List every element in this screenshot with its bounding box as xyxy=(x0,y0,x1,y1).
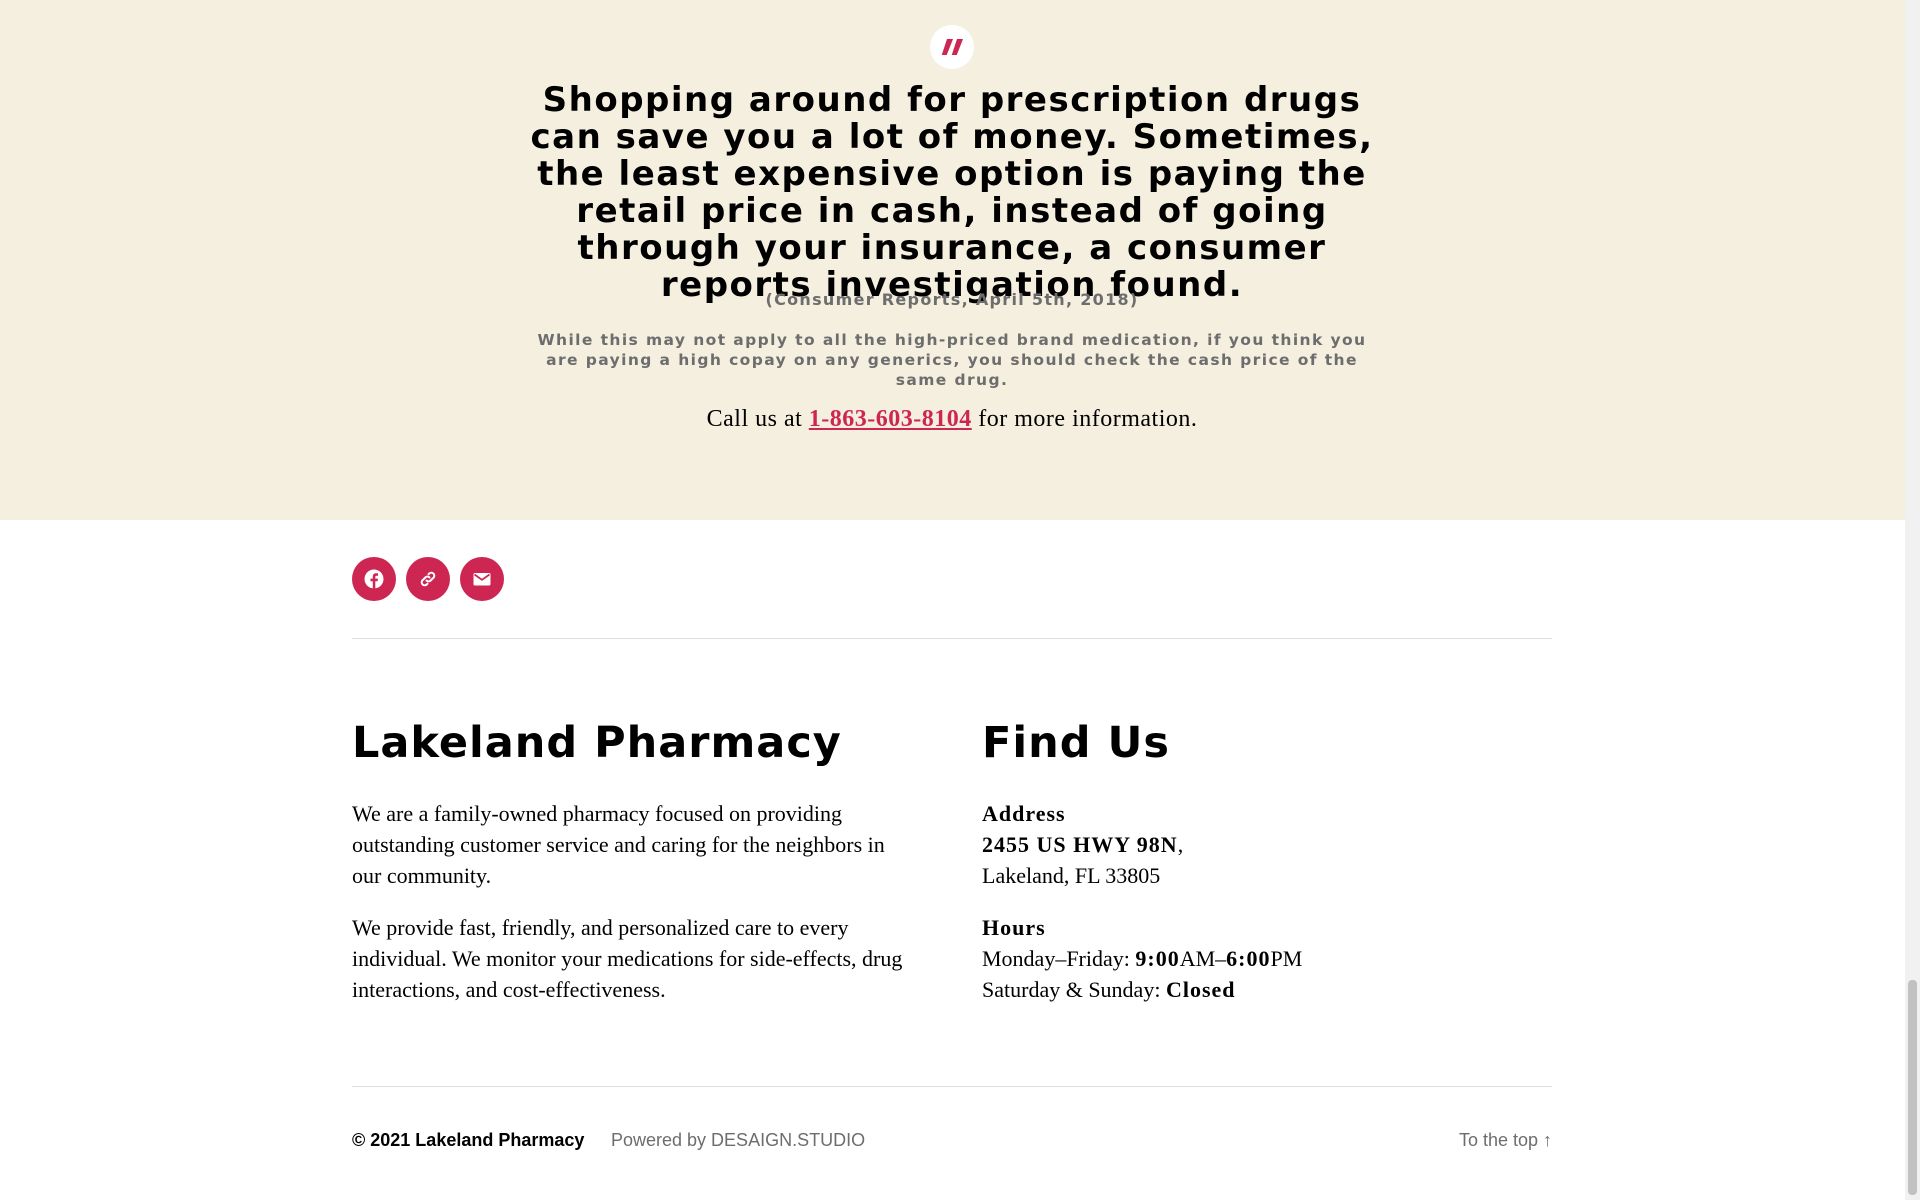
weekend-label: Saturday & Sunday: xyxy=(982,977,1161,1002)
find-us-title: Find Us xyxy=(982,718,1170,768)
scrollbar-thumb[interactable] xyxy=(1908,980,1917,1195)
address-line-2: Lakeland, FL 33805 xyxy=(982,863,1161,888)
address-label: Address xyxy=(982,801,1066,826)
scrollbar[interactable] xyxy=(1905,0,1920,1200)
social-links xyxy=(352,557,504,601)
about-widget: Lakeland Pharmacy We are a family-owned … xyxy=(352,718,917,1002)
divider xyxy=(352,638,1552,639)
call-line: Call us at 1-863-603-8104 for more infor… xyxy=(530,406,1374,433)
weekend-value: Closed xyxy=(1165,977,1236,1002)
close-ampm: PM xyxy=(1270,946,1303,971)
mail-icon xyxy=(473,573,491,586)
link-icon xyxy=(420,571,436,587)
hours-label: Hours xyxy=(982,915,1046,940)
call-suffix: for more information. xyxy=(978,406,1198,432)
address-comma: , xyxy=(1177,832,1184,857)
address-block: Address 2455 US HWY 98N, Lakeland, FL 33… xyxy=(982,798,1183,891)
copyright-link[interactable]: © 2021 Lakeland Pharmacy xyxy=(352,1130,584,1151)
quote-section: Shopping around for prescription drugs c… xyxy=(0,0,1905,520)
find-us-widget: Find Us Address 2455 US HWY 98N, Lakelan… xyxy=(982,718,1547,1002)
about-paragraph-2: We provide fast, friendly, and personali… xyxy=(352,915,903,1002)
powered-by-link[interactable]: Powered by DESAIGN.STUDIO xyxy=(611,1130,865,1151)
phone-link[interactable]: 1-863-603-8104 xyxy=(809,406,972,432)
quote-citation: (Consumer Reports, April 5th, 2018) xyxy=(765,290,1139,309)
address-line-1: 2455 US HWY 98N xyxy=(982,832,1178,857)
footer-divider xyxy=(352,1086,1552,1087)
to-top-link[interactable]: To the top ↑ xyxy=(1459,1130,1552,1151)
about-paragraph-1: We are a family-owned pharmacy focused o… xyxy=(352,801,885,888)
open-time: 9:00 xyxy=(1135,946,1180,971)
facebook-icon xyxy=(364,569,384,589)
weekdays-label: Monday–Friday: xyxy=(982,946,1130,971)
about-title: Lakeland Pharmacy xyxy=(352,718,842,768)
quote-note: While this may not apply to all the high… xyxy=(537,331,1367,389)
quote-text: Shopping around for prescription drugs c… xyxy=(530,80,1374,305)
call-prefix: Call us at xyxy=(706,406,803,432)
open-ampm: AM– xyxy=(1179,946,1227,971)
hours-block: Hours Monday–Friday: 9:00AM–6:00PM Satur… xyxy=(982,912,1302,1005)
quote-icon xyxy=(930,25,974,69)
link-button[interactable] xyxy=(406,557,450,601)
close-time: 6:00 xyxy=(1226,946,1271,971)
email-button[interactable] xyxy=(460,557,504,601)
facebook-button[interactable] xyxy=(352,557,396,601)
